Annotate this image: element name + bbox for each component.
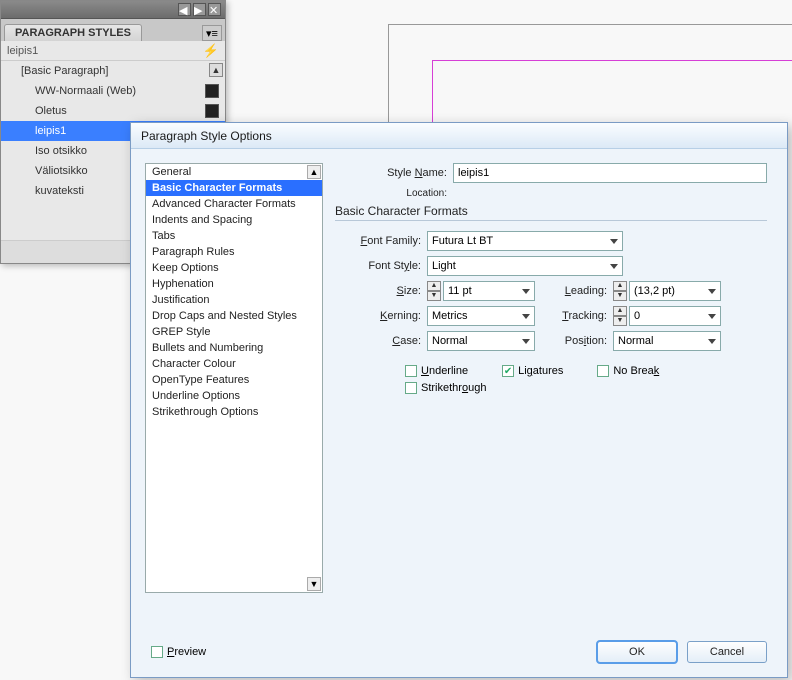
cat-advanced-character-formats[interactable]: Advanced Character Formats (146, 196, 322, 212)
style-item-oletus[interactable]: Oletus (1, 101, 225, 121)
leading-combo[interactable]: (13,2 pt) (629, 281, 721, 301)
cat-paragraph-rules[interactable]: Paragraph Rules (146, 244, 322, 260)
section-title: Basic Character Formats (335, 204, 767, 218)
style-name-label: Style Name: (335, 167, 453, 179)
preview-label: Preview (167, 646, 206, 658)
panel-collapse-left-icon[interactable]: ◀ (178, 3, 191, 16)
cat-justification[interactable]: Justification (146, 292, 322, 308)
style-item-label: kuvateksti (35, 185, 84, 197)
disk-icon (205, 84, 219, 98)
underline-label: Underline (421, 365, 468, 377)
panel-menu-icon[interactable]: ▾≡ (202, 25, 222, 41)
panel-close-icon[interactable]: ✕ (208, 3, 221, 16)
scroll-up-icon[interactable]: ▲ (209, 63, 223, 77)
cat-basic-character-formats[interactable]: Basic Character Formats (146, 180, 322, 196)
cat-underline-options[interactable]: Underline Options (146, 388, 322, 404)
ligatures-label: Ligatures (518, 365, 563, 377)
checkbox-icon (151, 646, 163, 658)
font-style-combo[interactable]: Light (427, 256, 623, 276)
style-name-input[interactable]: leipis1 (453, 163, 767, 183)
kerning-combo[interactable]: Metrics (427, 306, 535, 326)
cat-opentype[interactable]: OpenType Features (146, 372, 322, 388)
style-item-label: leipis1 (35, 125, 66, 137)
current-style-label: leipis1 (7, 45, 38, 57)
options-form: Style Name: leipis1 Location: Basic Char… (335, 163, 773, 631)
current-style-row: leipis1 ⚡ (1, 41, 225, 61)
style-item-label: WW-Normaali (Web) (35, 85, 136, 97)
paragraph-style-options-dialog: Paragraph Style Options General Basic Ch… (130, 122, 788, 678)
cat-hyphenation[interactable]: Hyphenation (146, 276, 322, 292)
panel-tab-bar: PARAGRAPH STYLES ▾≡ (1, 19, 225, 41)
cat-general[interactable]: General (146, 164, 322, 180)
size-stepper[interactable]: ▲▼ (427, 281, 441, 301)
strikethrough-label: Strikethrough (421, 382, 486, 394)
size-combo[interactable]: 11 pt (443, 281, 535, 301)
cat-grep-style[interactable]: GREP Style (146, 324, 322, 340)
style-item-label: Iso otsikko (35, 145, 87, 157)
case-label: Case: (335, 335, 427, 347)
kerning-label: Kerning: (335, 310, 427, 322)
tracking-combo[interactable]: 0 (629, 306, 721, 326)
dialog-title: Paragraph Style Options (131, 123, 787, 149)
size-label: Size: (335, 285, 427, 297)
tracking-label: Tracking: (535, 310, 613, 322)
disk-icon (205, 104, 219, 118)
style-item-label: Oletus (35, 105, 67, 117)
scroll-up-icon[interactable]: ▲ (307, 165, 321, 179)
position-label: Position: (535, 335, 613, 347)
panel-collapse-right-icon[interactable]: ▶ (193, 3, 206, 16)
cat-strikethrough-options[interactable]: Strikethrough Options (146, 404, 322, 420)
leading-stepper[interactable]: ▲▼ (613, 281, 627, 301)
tab-paragraph-styles[interactable]: PARAGRAPH STYLES (4, 24, 142, 41)
category-list[interactable]: General Basic Character Formats Advanced… (145, 163, 323, 593)
preview-checkbox[interactable]: Preview (151, 646, 206, 658)
style-item-label: Väliotsikko (35, 165, 88, 177)
tracking-stepper[interactable]: ▲▼ (613, 306, 627, 326)
ok-button[interactable]: OK (597, 641, 677, 663)
checkbox-icon: ✔ (502, 365, 514, 377)
divider (335, 220, 767, 221)
position-combo[interactable]: Normal (613, 331, 721, 351)
font-family-combo[interactable]: Futura Lt BT (427, 231, 623, 251)
cat-bullets-numbering[interactable]: Bullets and Numbering (146, 340, 322, 356)
panel-controls: ◀ ▶ ✕ (1, 1, 225, 19)
font-family-label: Font Family: (335, 235, 427, 247)
leading-label: Leading: (535, 285, 613, 297)
scroll-down-icon[interactable]: ▼ (307, 577, 321, 591)
checkbox-icon (597, 365, 609, 377)
case-combo[interactable]: Normal (427, 331, 535, 351)
strikethrough-checkbox[interactable]: Strikethrough (405, 382, 486, 394)
style-item-label: [Basic Paragraph] (21, 65, 108, 77)
cancel-button[interactable]: Cancel (687, 641, 767, 663)
style-item-basic-paragraph[interactable]: [Basic Paragraph] (1, 61, 225, 81)
checkbox-icon (405, 382, 417, 394)
underline-checkbox[interactable]: Underline (405, 365, 468, 377)
font-style-label: Font Style: (335, 260, 427, 272)
no-break-label: No Break (613, 365, 659, 377)
style-item-ww-normaali[interactable]: WW-Normaali (Web) (1, 81, 225, 101)
quick-apply-icon[interactable]: ⚡ (203, 43, 219, 59)
cat-indents-spacing[interactable]: Indents and Spacing (146, 212, 322, 228)
ligatures-checkbox[interactable]: ✔ Ligatures (502, 365, 563, 377)
no-break-checkbox[interactable]: No Break (597, 365, 659, 377)
cat-drop-caps[interactable]: Drop Caps and Nested Styles (146, 308, 322, 324)
location-label: Location: (335, 188, 453, 199)
cat-character-colour[interactable]: Character Colour (146, 356, 322, 372)
cat-tabs[interactable]: Tabs (146, 228, 322, 244)
cat-keep-options[interactable]: Keep Options (146, 260, 322, 276)
dialog-footer: Preview OK Cancel (145, 631, 773, 677)
checkbox-icon (405, 365, 417, 377)
